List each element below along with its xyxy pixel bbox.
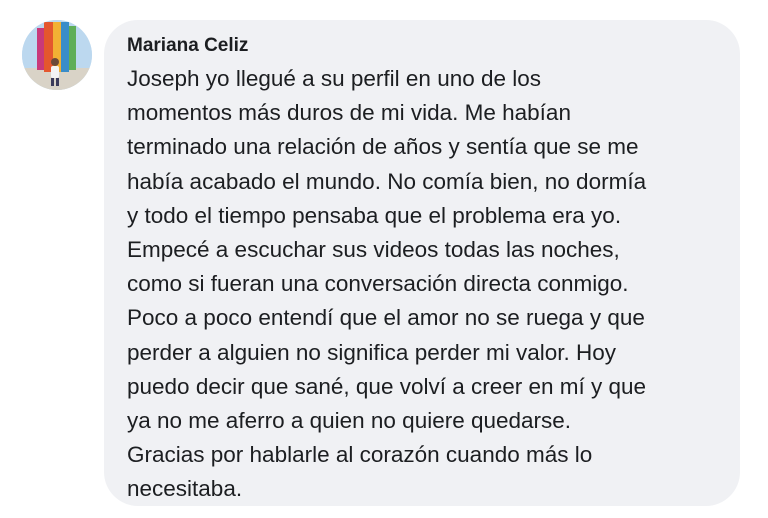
avatar-photo bbox=[22, 20, 92, 90]
comment-text-line: como si fueran una conversación directa … bbox=[127, 271, 629, 297]
comment-text-line: perder a alguien no significa perder mi … bbox=[127, 339, 617, 365]
comment-text-line: Joseph yo llegué a su perfil en uno de l… bbox=[127, 66, 542, 91]
comment-text-line: y todo el tiempo pensaba que el problema… bbox=[127, 202, 622, 228]
comment-row: Mariana Celiz Joseph yo llegué a su perf… bbox=[0, 0, 768, 518]
comment-text-line: Empecé a escuchar sus videos todas las n… bbox=[127, 237, 620, 263]
comment-text-line: momentos más duros de mi vida. Me habían bbox=[127, 100, 571, 126]
comment-text-line: Poco a poco entendí que el amor no se ru… bbox=[127, 305, 645, 331]
comment-text: Joseph yo llegué a su perfil en uno de l… bbox=[127, 62, 720, 507]
comment-text-line: había acabado el mundo. No comía bien, n… bbox=[127, 168, 647, 194]
comment-text-line: terminado una relación de años y sentía … bbox=[127, 134, 639, 160]
comment-author-name[interactable]: Mariana Celiz bbox=[127, 34, 720, 58]
comment-bubble: Mariana Celiz Joseph yo llegué a su perf… bbox=[104, 20, 740, 506]
comment-text-line: necesitaba. bbox=[127, 476, 243, 502]
comment-text-line: puedo decir que sané, que volví a creer … bbox=[127, 373, 647, 399]
avatar[interactable] bbox=[22, 20, 92, 90]
comment-text-line: ya no me aferro a quien no quiere quedar… bbox=[127, 408, 572, 434]
comment-text-line: Gracias por hablarle al corazón cuando m… bbox=[127, 442, 593, 468]
